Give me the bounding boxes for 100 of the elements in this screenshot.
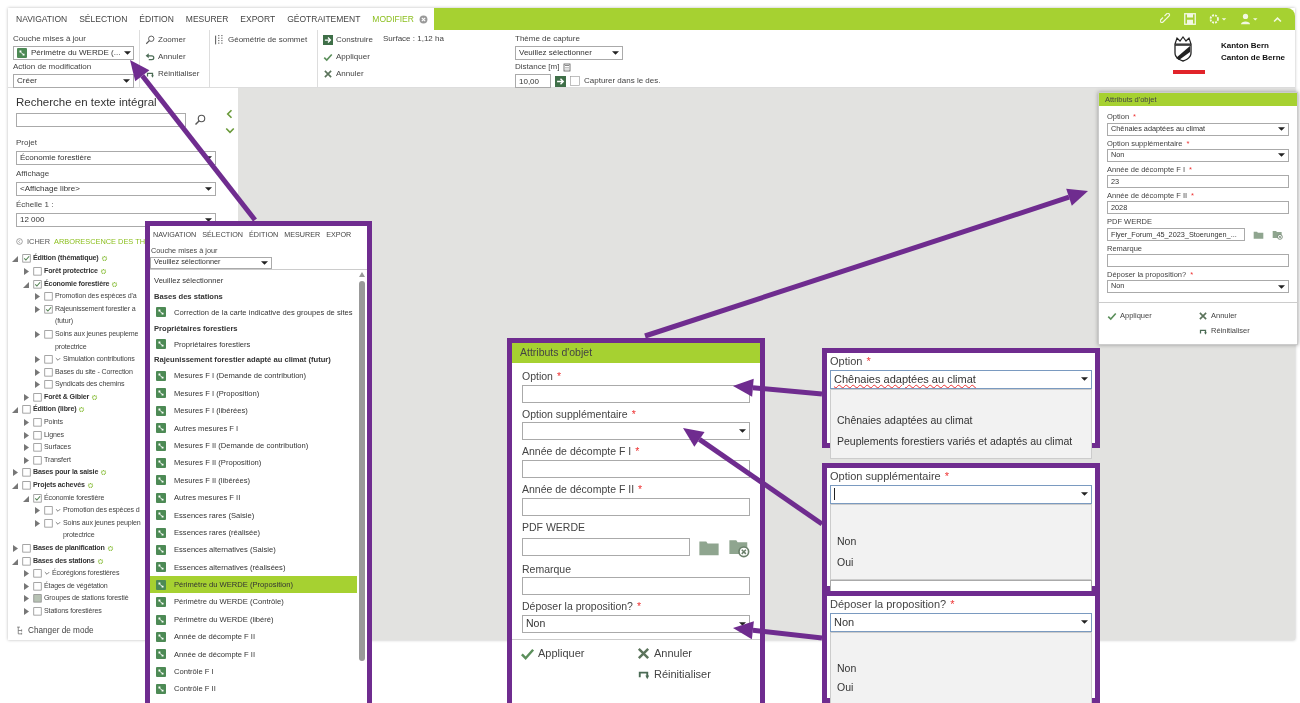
input-field[interactable]	[522, 577, 750, 596]
input-field[interactable]	[1107, 253, 1289, 267]
dropdown-option[interactable]: Non	[837, 530, 1085, 552]
toolbar-button[interactable]: Zoomer	[145, 33, 204, 47]
layer-icon	[156, 684, 166, 695]
required-mark: *	[638, 482, 643, 497]
action-button[interactable]: Appliquer	[520, 644, 636, 663]
checkbox[interactable]	[33, 592, 42, 605]
scroll-up-icon[interactable]	[359, 271, 365, 277]
toolbar-button[interactable]: Appliquer	[323, 50, 373, 64]
checkbox[interactable]	[22, 466, 31, 479]
back-icon[interactable]	[16, 238, 23, 246]
action-button[interactable]: Annuler	[636, 644, 752, 663]
collapsed-icon[interactable]	[34, 290, 40, 303]
input-field[interactable]: 10,00	[515, 74, 551, 88]
layer-icon	[156, 405, 166, 416]
checkbox[interactable]	[33, 579, 42, 592]
checkbox[interactable]	[33, 567, 42, 580]
crest-drawing	[1173, 36, 1193, 62]
select-field[interactable]	[522, 422, 750, 441]
input-field[interactable]	[522, 460, 750, 478]
layer-icon	[156, 562, 166, 573]
select-field[interactable]: Chênaies adaptées au climat	[830, 369, 1092, 389]
toolbar-button[interactable]: Annuler	[323, 67, 373, 81]
checkbox[interactable]	[44, 290, 53, 303]
toolbar-button[interactable]: Annuler	[145, 50, 204, 64]
dropdown-option[interactable]: Oui	[837, 551, 1085, 573]
checkbox[interactable]	[33, 491, 42, 504]
field-label: Option supplémentaire	[830, 469, 941, 484]
dropdown-option[interactable]: Peuplements forestiers variés et adaptés au climat	[837, 430, 1085, 452]
close-icon[interactable]	[418, 14, 428, 24]
folder-remove-icon[interactable]	[1272, 228, 1283, 240]
checkbox[interactable]	[22, 252, 31, 265]
select-field[interactable]: Veuillez sélectionner	[515, 46, 623, 60]
checkbox[interactable]	[44, 504, 53, 517]
collapsed-icon[interactable]	[12, 466, 18, 479]
checkbox[interactable]	[44, 353, 53, 366]
toolbar-button[interactable]: Géométrie de sommet	[215, 33, 312, 47]
toolbar-button[interactable]: Changer de mode	[16, 623, 94, 638]
arrow-right-icon[interactable]	[555, 75, 566, 87]
caret-icon	[739, 429, 746, 434]
field-label: Échelle 1 :	[16, 199, 55, 212]
search-icon	[145, 35, 155, 45]
checkbox[interactable]	[44, 302, 53, 315]
checkbox[interactable]	[33, 453, 42, 466]
collapsed-icon[interactable]	[23, 416, 29, 429]
input-field[interactable]	[16, 113, 186, 128]
select-field[interactable]: Non	[522, 615, 750, 633]
checkbox[interactable]	[44, 327, 53, 340]
required-mark: *	[556, 368, 562, 384]
collapsed-icon[interactable]	[12, 542, 18, 554]
collapsed-icon[interactable]	[34, 353, 40, 366]
collapsed-icon[interactable]	[34, 378, 40, 391]
checkbox[interactable]	[570, 76, 580, 86]
select-field[interactable]: Non	[830, 612, 1092, 632]
checkbox[interactable]	[33, 605, 42, 617]
cross-icon	[636, 645, 651, 661]
input-field[interactable]	[522, 537, 690, 556]
layer-icon	[156, 440, 166, 451]
checkbox-label: Capturer dans le des.	[584, 75, 661, 87]
checkbox[interactable]	[33, 277, 42, 290]
dropdown-option[interactable]: Non	[837, 658, 1085, 678]
checkbox[interactable]	[44, 378, 53, 391]
field-label: Thème de capture	[515, 33, 581, 45]
select-field[interactable]: Périmètre du WERDE (...	[13, 46, 134, 60]
search-icon[interactable]	[194, 114, 206, 127]
checkbox[interactable]	[22, 479, 31, 492]
collapsed-icon[interactable]	[23, 567, 29, 580]
collapsed-icon[interactable]	[23, 441, 29, 454]
link-icon[interactable]	[1160, 13, 1172, 25]
caret-icon	[1081, 377, 1088, 381]
select-field[interactable]: <Affichage libre>	[16, 182, 216, 197]
collapsed-icon[interactable]	[23, 605, 29, 617]
checkbox[interactable]	[33, 441, 42, 454]
input-field[interactable]	[522, 384, 750, 403]
checkbox[interactable]	[22, 403, 31, 416]
cross-icon	[323, 69, 333, 79]
checkbox[interactable]	[33, 416, 42, 429]
input-field[interactable]	[522, 497, 750, 516]
action-button[interactable]: Réinitialiser	[636, 664, 752, 683]
settings-icon[interactable]	[1208, 13, 1228, 25]
select-field[interactable]: Économie forestière	[16, 151, 216, 166]
select-field[interactable]	[830, 484, 1092, 504]
calculator-icon	[563, 62, 572, 72]
checkbox[interactable]	[22, 554, 31, 567]
scrollbar-thumb[interactable]	[359, 280, 365, 661]
checkbox[interactable]	[33, 428, 42, 441]
select-field[interactable]: Créer	[13, 74, 134, 88]
checkbox[interactable]	[44, 516, 53, 529]
checkbox[interactable]	[44, 365, 53, 378]
checkbox[interactable]	[33, 390, 42, 403]
dropdown-option[interactable]: Chênaies adaptées au climat	[837, 409, 1085, 431]
toolbar-button[interactable]: Construire	[323, 33, 373, 47]
collapsed-icon[interactable]	[34, 504, 40, 517]
save-icon[interactable]	[1184, 13, 1196, 25]
checkbox[interactable]	[33, 264, 42, 277]
checkbox[interactable]	[22, 542, 31, 554]
user-icon[interactable]	[1240, 13, 1260, 25]
dropdown-option[interactable]: Oui	[837, 677, 1085, 697]
collapsed-icon[interactable]	[23, 592, 29, 605]
